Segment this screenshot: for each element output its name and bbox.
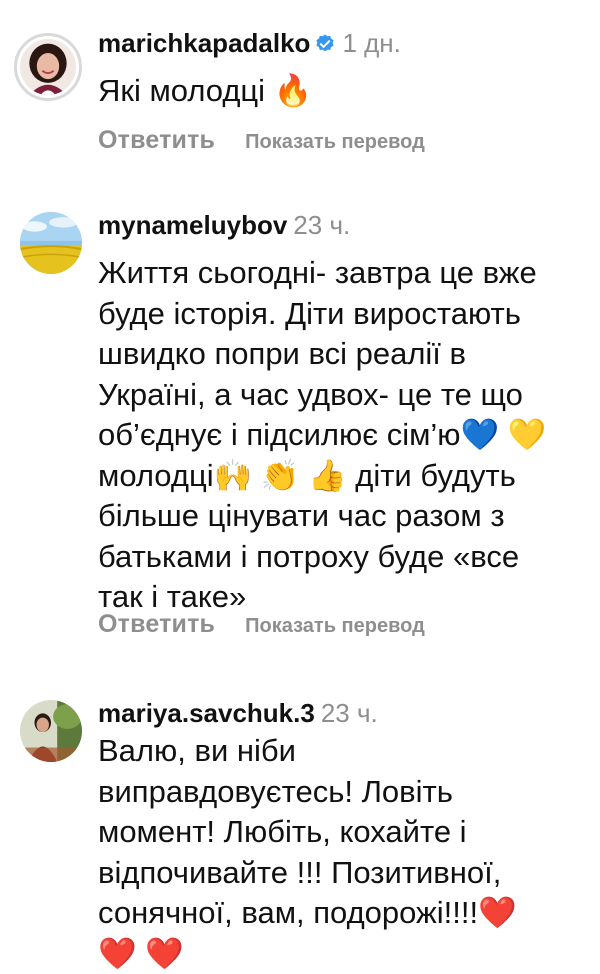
reply-button[interactable]: Ответить [98, 126, 215, 154]
username[interactable]: mynameluybov [98, 210, 287, 240]
comment-text: Життя сьогодні- завтра це вже буде істор… [98, 255, 547, 614]
avatar[interactable] [20, 700, 82, 762]
comment-header: mariya.savchuk.3 23 ч. [98, 698, 378, 728]
timestamp: 23 ч. [293, 210, 351, 240]
comment-header: mynameluybov 23 ч. [98, 210, 350, 240]
comment-text: Валю, ви ніби виправдовуєтесь! Ловіть мо… [98, 733, 517, 971]
avatar-image [20, 39, 76, 95]
username[interactable]: mariya.savchuk.3 [98, 698, 315, 728]
show-translation-button[interactable]: Показать перевод [245, 615, 425, 637]
username[interactable]: marichkapadalko [98, 28, 310, 58]
avatar[interactable] [20, 212, 82, 274]
reply-button[interactable]: Ответить [98, 610, 215, 638]
comment-header: marichkapadalko 1 дн. [98, 28, 401, 58]
verified-badge-icon [316, 34, 335, 52]
comment-actions: Ответить Показать перевод [98, 610, 425, 639]
avatar[interactable] [14, 33, 82, 101]
avatar-image [20, 212, 82, 274]
comment-actions: Ответить Показать перевод [98, 126, 425, 155]
avatar-image [20, 700, 82, 762]
timestamp: 23 ч. [320, 698, 378, 728]
show-translation-button[interactable]: Показать перевод [245, 131, 425, 153]
timestamp: 1 дн. [342, 28, 401, 58]
comment-text: Які молодці 🔥 [98, 73, 313, 108]
